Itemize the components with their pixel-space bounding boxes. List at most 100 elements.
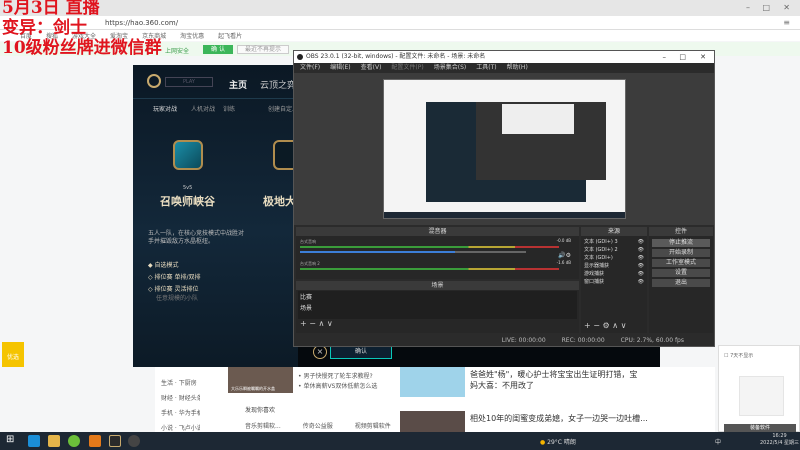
nav-home[interactable]: 主页: [229, 78, 247, 91]
ime-indicator[interactable]: 中: [715, 437, 721, 446]
studio-mode-button[interactable]: 工作室模式: [652, 259, 710, 267]
volume-meter: [300, 246, 559, 248]
confirm-button[interactable]: 确 认: [203, 45, 233, 54]
play-button[interactable]: PLAY: [165, 77, 213, 87]
weather[interactable]: ● 29°C 晴朗: [540, 437, 576, 446]
app-icon[interactable]: [89, 435, 101, 447]
mode-description: 五人一队，在核心竞技模式中战胜对手并摧毁敌方水晶枢纽。: [148, 230, 245, 245]
close-icon[interactable]: ✕: [783, 3, 790, 12]
hide-checkbox[interactable]: ☐ 7天不显示: [724, 352, 753, 359]
source-item[interactable]: 游戏捕获 👁: [584, 270, 644, 278]
lol-logo-icon: [147, 74, 161, 88]
rec-time: REC: 00:00:00: [561, 337, 605, 344]
news-link[interactable]: • 单休高薪VS双休低薪怎么选: [298, 382, 377, 392]
menu-view[interactable]: 查看(V): [361, 63, 382, 73]
preview-capture: [383, 79, 626, 219]
obs-preview[interactable]: [294, 73, 714, 225]
volume-slider[interactable]: [300, 251, 526, 253]
option-ranked-flex[interactable]: ◇ 排位赛 灵活排位 任意规模的小队: [148, 284, 200, 302]
maximize-icon[interactable]: □: [762, 3, 770, 12]
window-title: OBS 23.0.1 (32-bit, windows) - 配置文件: 未命名…: [306, 53, 486, 60]
video-thumbnail[interactable]: 大乐乐瞬被瞩瞩的开水盖: [228, 367, 293, 393]
tag-link[interactable]: 传奇公益服: [303, 421, 333, 430]
headline[interactable]: 爸爸姓"杨"，暖心护士将宝宝出生证明打错，宝妈大喜：不用改了: [470, 369, 640, 391]
tab-coop[interactable]: 人机对战: [191, 104, 215, 113]
close-icon[interactable]: ×: [313, 345, 327, 359]
ad-popup: ☐ 7天不显示 装备软件: [718, 345, 800, 432]
settings-button[interactable]: 设置: [652, 269, 710, 277]
lol-icon[interactable]: [109, 435, 121, 447]
sources-dock: 来源 文本 (GDI+) 3 👁 文本 (GDI+) 2 👁 文本 (GDI+) 👁 …: [581, 227, 647, 333]
source-item[interactable]: 文本 (GDI+) 2 👁: [584, 246, 644, 254]
obs-icon[interactable]: [128, 435, 140, 447]
source-toolbar[interactable]: + − ⚙ ∧ ∨: [584, 322, 626, 330]
scenes-title: 场景: [296, 281, 579, 290]
menu-edit[interactable]: 编辑(E): [330, 63, 350, 73]
source-item[interactable]: 文本 (GDI+) 👁: [584, 254, 644, 262]
notice-text: 上网安全: [165, 48, 190, 55]
scene-item[interactable]: 比赛: [298, 291, 577, 302]
controls-title: 控件: [649, 227, 713, 236]
scene-item[interactable]: 场景: [298, 302, 577, 313]
track-name: 台式音响: [300, 239, 316, 244]
sources-title: 来源: [581, 227, 647, 236]
tab-pvp[interactable]: 玩家对战: [153, 104, 177, 113]
tag-link[interactable]: 音乐剪辑软...: [245, 421, 281, 430]
tab-training[interactable]: 训练: [223, 104, 235, 113]
mode-size: 5v5: [183, 185, 193, 191]
controls-dock: 控件 停止推流 开始录制 工作室模式 设置 退出: [649, 227, 713, 333]
maximize-icon[interactable]: □: [679, 51, 686, 63]
file-explorer-icon[interactable]: [48, 435, 60, 447]
obs-logo-icon: [297, 54, 303, 60]
close-icon[interactable]: ✕: [700, 51, 706, 63]
volume-meter: [300, 268, 559, 270]
clock[interactable]: 16:29 2022/5/4 星期三: [760, 433, 799, 447]
minimize-icon[interactable]: –: [746, 3, 750, 12]
news-link[interactable]: • 男子快慢死了轮车求教程?: [298, 372, 377, 382]
option-ranked-solo[interactable]: ◇ 排位赛 单排/双排: [148, 272, 200, 284]
headline[interactable]: 相处10年的闺蜜变成弟媳，女子一边哭一边吐槽...: [470, 413, 670, 424]
taskbar: ⊞ ● 29°C 晴朗 中 16:29 2022/5/4 星期三: [0, 432, 800, 450]
track-name: 台式音响 2: [300, 261, 320, 266]
menu-scene-collection[interactable]: 场景集合(S): [434, 63, 467, 73]
obs-status-bar: LIVE: 00:00:00 REC: 00:00:00 CPU: 2.7%, …: [294, 335, 714, 347]
news-image[interactable]: [400, 411, 465, 432]
browser-360-icon[interactable]: [68, 435, 80, 447]
lol-client: PLAY 主页 云顶之弈 玩家对战 人机对战 训练 创建自定义 5v5 召唤师峡…: [133, 65, 318, 367]
baby-image[interactable]: [400, 367, 465, 397]
ie-icon[interactable]: [28, 435, 40, 447]
bookmark[interactable]: 淘宝优惠: [180, 31, 204, 40]
mode-name[interactable]: 召唤师峡谷: [160, 193, 215, 209]
summoners-rift-icon[interactable]: [173, 140, 203, 170]
menu-file[interactable]: 文件(F): [300, 63, 320, 73]
menu-help[interactable]: 帮助(H): [507, 63, 528, 73]
mixer-dock: 混音器 台式音响 -0.0 dB 🔊⚙ 台式音响 2 -1.6 dB: [296, 227, 579, 279]
news-feed: 大乐乐瞬被瞩瞩的开水盖 • 男子快慢死了轮车求教程? • 单休高薪VS双休低薪怎…: [200, 367, 715, 432]
nav-tft[interactable]: 云顶之弈: [260, 78, 296, 91]
install-button[interactable]: 装备软件: [724, 424, 796, 432]
tag-link[interactable]: 视频剪辑软件: [355, 421, 391, 430]
live-time: LIVE: 00:00:00: [501, 337, 546, 344]
scenes-dock: 场景 比赛 场景 + − ∧ ∨: [296, 281, 579, 333]
follow-title: 发现你喜欢: [245, 407, 276, 414]
menu-icon[interactable]: ≡: [783, 18, 790, 27]
menu-tools[interactable]: 工具(T): [476, 63, 496, 73]
stop-streaming-button[interactable]: 停止推流: [652, 239, 710, 247]
featured-badge[interactable]: 优选: [2, 342, 24, 367]
source-item[interactable]: 显示器捕获 👁: [584, 262, 644, 270]
source-item[interactable]: 窗口捕获 👁: [584, 278, 644, 286]
start-recording-button[interactable]: 开始录制: [652, 249, 710, 257]
source-item[interactable]: 文本 (GDI+) 3 👁: [584, 238, 644, 246]
minimize-icon[interactable]: –: [663, 51, 667, 63]
scene-toolbar[interactable]: + − ∧ ∨: [298, 319, 577, 328]
speaker-icon[interactable]: 🔊⚙: [558, 252, 571, 259]
menu-profile[interactable]: 配置文件(P): [391, 63, 423, 73]
stream-overlay-text: 5月3日 直播 变异：剑士 10级粉丝牌进微信群: [2, 0, 162, 58]
obs-menu-bar: 文件(F) 编辑(E) 查看(V) 配置文件(P) 场景集合(S) 工具(T) …: [294, 63, 714, 73]
bookmark[interactable]: 起飞看片: [218, 31, 242, 40]
option-blind[interactable]: ◆ 自选模式: [148, 260, 200, 272]
windows-start-icon[interactable]: ⊞: [6, 434, 14, 445]
exit-button[interactable]: 退出: [652, 279, 710, 287]
lol-confirm-button[interactable]: 确认: [330, 345, 392, 359]
dismiss-button[interactable]: 最近不再提示: [237, 45, 289, 54]
